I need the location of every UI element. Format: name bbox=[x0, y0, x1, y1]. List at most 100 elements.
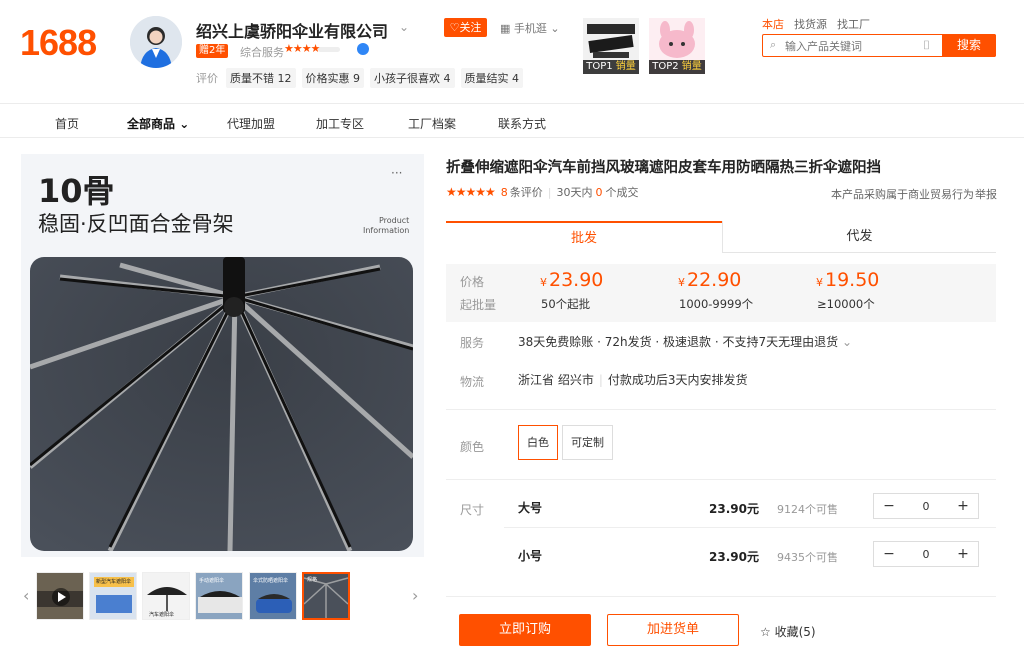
heart-plus-icon: ♡ bbox=[449, 21, 460, 34]
member-year-badge: 赠2年 bbox=[196, 44, 229, 58]
scope-tab-find-factory[interactable]: 找工厂 bbox=[837, 16, 870, 32]
review-tag[interactable]: 小孩子很喜欢 4 bbox=[370, 68, 455, 88]
chevron-down-icon: ⌄ bbox=[179, 117, 190, 131]
search-scope-tabs: 本店 找货源 找工厂 bbox=[762, 16, 870, 32]
plus-button[interactable]: + bbox=[948, 498, 978, 514]
more-icon: ··· bbox=[391, 166, 403, 180]
main-product-image[interactable]: 10骨 稳固·反凹面合金骨架 ··· Product Information bbox=[21, 154, 424, 557]
sales-count: 0 bbox=[595, 185, 603, 199]
site-logo[interactable]: 1688 bbox=[20, 22, 97, 64]
logistics-text: 浙江省 绍兴市 | 付款成功后3天内安排发货 bbox=[518, 373, 748, 387]
image-subline: 稳固·反凹面合金骨架 bbox=[38, 212, 234, 236]
review-tags-row: 评价 质量不错 12 价格实惠 9 小孩子很喜欢 4 质量结实 4 bbox=[196, 68, 523, 88]
follow-label: 关注 bbox=[459, 21, 482, 34]
thumbnail-image-active[interactable]: 规格 bbox=[302, 572, 350, 620]
size-stock: 9124个可售 bbox=[777, 503, 838, 516]
trade-note: 本产品采购属于商业贸易行为 bbox=[831, 188, 974, 201]
review-tag[interactable]: 质量结实 4 bbox=[460, 68, 523, 88]
top-product-2[interactable]: TOP2 销量 bbox=[649, 18, 705, 74]
quantity-value[interactable]: 0 bbox=[911, 548, 941, 561]
avatar-portrait-icon bbox=[130, 16, 182, 68]
report-link[interactable]: 举报 bbox=[975, 186, 997, 202]
logistics-label: 物流 bbox=[460, 375, 485, 389]
review-tag[interactable]: 质量不错 12 bbox=[226, 68, 296, 88]
thumbnail-strip: ‹ 新型汽车遮阳伞 汽车遮阳伞 手动遮阳伞 伞式防晒遮阳伞 规格 › bbox=[21, 572, 424, 622]
tier-price-2: ¥22.90 bbox=[678, 269, 742, 291]
color-option-white[interactable]: 白色 bbox=[518, 425, 558, 460]
tier-qty-3: ≥10000个 bbox=[817, 297, 875, 311]
minus-button[interactable]: − bbox=[874, 546, 904, 562]
top-product-1[interactable]: TOP1 销量 bbox=[583, 18, 639, 74]
rating-row: ★★★★★ 8 条评价 | 30天内 0 个成交 bbox=[446, 184, 639, 200]
tab-wholesale[interactable]: 批发 bbox=[446, 221, 722, 253]
color-label: 颜色 bbox=[460, 440, 485, 454]
thumbnail-image[interactable]: 新型汽车遮阳伞 bbox=[89, 572, 137, 620]
shop-nav: 首页 全部商品 ⌄ 代理加盟 加工专区 工厂档案 联系方式 bbox=[0, 104, 1024, 138]
scope-tab-this-shop[interactable]: 本店 bbox=[762, 16, 784, 32]
tier-qty-2: 1000-9999个 bbox=[679, 297, 754, 311]
tier-qty-1: 50个起批 bbox=[541, 297, 591, 311]
service-label: 服务 bbox=[460, 336, 485, 350]
quantity-stepper: − 0 + bbox=[873, 541, 979, 567]
service-text[interactable]: 38天免费赊账 · 72h发货 · 极速退款 · 不支持7天无理由退货 ⌄ bbox=[518, 333, 852, 350]
camera-icon[interactable]: ⌷ bbox=[923, 38, 930, 53]
thumbnail-image[interactable]: 手动遮阳伞 bbox=[195, 572, 243, 620]
review-tag[interactable]: 价格实惠 9 bbox=[301, 68, 364, 88]
size-name: 大号 bbox=[518, 501, 543, 515]
tab-dropship[interactable]: 代发 bbox=[722, 221, 996, 253]
rating-stars: ★★★★★ bbox=[446, 185, 496, 199]
size-price: 23.90元 bbox=[709, 550, 759, 564]
company-name[interactable]: 绍兴上虞骄阳伞业有限公司 bbox=[196, 18, 388, 42]
chevron-right-icon[interactable]: › bbox=[412, 586, 418, 605]
shop-nav-processing[interactable]: 加工专区 bbox=[316, 115, 364, 132]
price-box: 价格 起批量 ¥23.90 50个起批 ¥22.90 1000-9999个 ¥1… bbox=[446, 264, 996, 322]
reviews-label: 评价 bbox=[196, 72, 218, 85]
search-box: ⌕ ⌷ 搜索 bbox=[762, 34, 996, 57]
mobile-label: 手机逛 bbox=[513, 22, 547, 35]
minus-button[interactable]: − bbox=[874, 498, 904, 514]
moq-label: 起批量 bbox=[460, 298, 497, 312]
size-label: 尺寸 bbox=[460, 503, 485, 517]
shop-nav-contact[interactable]: 联系方式 bbox=[498, 115, 546, 132]
chevron-down-icon: ⌄ bbox=[550, 22, 560, 35]
chevron-left-icon[interactable]: ‹ bbox=[23, 586, 29, 605]
favorite-button[interactable]: ☆ 收藏(5) bbox=[760, 623, 816, 640]
search-input[interactable] bbox=[785, 37, 935, 55]
shop-nav-all-products[interactable]: 全部商品 ⌄ bbox=[127, 115, 189, 132]
product-title: 折叠伸缩遮阳伞汽车前挡风玻璃遮阳皮套车用防晒隔热三折伞遮阳挡 bbox=[446, 160, 881, 176]
review-unit[interactable]: 条评价 bbox=[510, 184, 543, 200]
price-label: 价格 bbox=[460, 275, 485, 289]
section-divider bbox=[446, 479, 996, 480]
thumbnail-image[interactable]: 伞式防晒遮阳伞 bbox=[249, 572, 297, 620]
add-to-cart-button[interactable]: 加进货单 bbox=[607, 614, 739, 646]
service-rating-label: 综合服务 bbox=[240, 46, 284, 59]
product-info-label: Product Information bbox=[363, 216, 410, 235]
image-headline: 10骨 bbox=[38, 172, 115, 210]
size-price: 23.90元 bbox=[709, 502, 759, 516]
color-option-custom[interactable]: 可定制 bbox=[562, 425, 613, 460]
top-rank-badge: TOP1 销量 bbox=[583, 60, 639, 74]
shop-nav-agency[interactable]: 代理加盟 bbox=[227, 115, 275, 132]
order-now-button[interactable]: 立即订购 bbox=[459, 614, 591, 646]
shop-avatar[interactable] bbox=[130, 16, 182, 68]
mobile-browse-link[interactable]: ▦ 手机逛 ⌄ bbox=[500, 20, 560, 36]
thumbnail-image[interactable]: 汽车遮阳伞 bbox=[142, 572, 190, 620]
review-count[interactable]: 8 bbox=[501, 186, 508, 199]
shop-nav-factory-profile[interactable]: 工厂档案 bbox=[408, 115, 456, 132]
chevron-down-icon[interactable]: ⌄ bbox=[399, 20, 409, 34]
section-divider bbox=[446, 409, 996, 410]
follow-button[interactable]: ♡关注 bbox=[444, 18, 487, 37]
size-name: 小号 bbox=[518, 549, 543, 563]
top-rank-badge: TOP2 销量 bbox=[649, 60, 705, 74]
thumbnail-video[interactable] bbox=[36, 572, 84, 620]
qr-code-icon: ▦ bbox=[500, 22, 511, 35]
plus-button[interactable]: + bbox=[948, 546, 978, 562]
verified-icon[interactable] bbox=[357, 43, 369, 55]
chevron-down-icon: ⌄ bbox=[841, 335, 853, 349]
search-button[interactable]: 搜索 bbox=[942, 34, 996, 57]
size-row-divider bbox=[504, 527, 996, 528]
scope-tab-find-source[interactable]: 找货源 bbox=[794, 16, 827, 32]
shop-nav-home[interactable]: 首页 bbox=[55, 115, 79, 132]
star-outline-icon: ☆ bbox=[760, 625, 771, 639]
quantity-value[interactable]: 0 bbox=[911, 500, 941, 513]
